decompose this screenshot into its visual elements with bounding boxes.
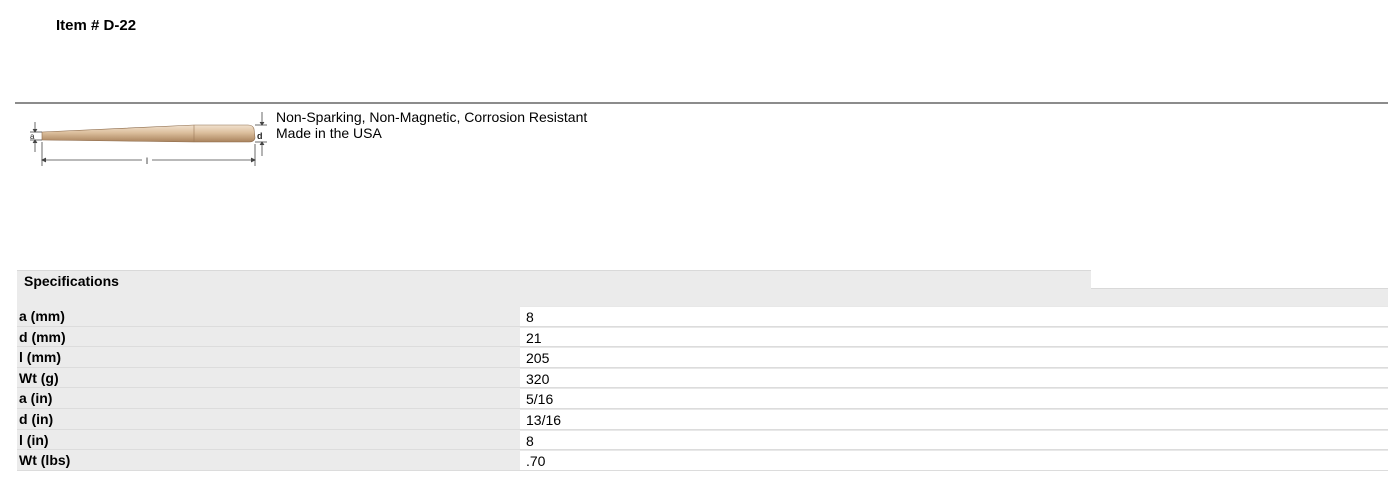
spec-label: d (mm) bbox=[17, 326, 520, 347]
table-row: d (mm) 21 bbox=[17, 326, 1388, 348]
specifications-table: a (mm) 8 d (mm) 21 l (mm) 205 Wt (g) 320… bbox=[17, 306, 1388, 471]
section-divider bbox=[15, 102, 1388, 104]
dim-d-label: d bbox=[257, 131, 263, 141]
spec-value: 21 bbox=[520, 326, 1388, 347]
drift-punch-diagram: a d l bbox=[30, 112, 267, 166]
tool-body bbox=[41, 124, 256, 143]
table-row: Wt (g) 320 bbox=[17, 367, 1388, 389]
spec-value: 13/16 bbox=[520, 408, 1388, 429]
spec-value: 5/16 bbox=[520, 388, 1388, 408]
spec-label: a (in) bbox=[17, 388, 520, 408]
feature-line: Made in the USA bbox=[276, 125, 382, 141]
spec-label: l (in) bbox=[17, 429, 520, 450]
spec-value: 8 bbox=[520, 429, 1388, 450]
table-row: a (in) 5/16 bbox=[17, 388, 1388, 409]
table-row: a (mm) 8 bbox=[17, 306, 1388, 327]
table-row: d (in) 13/16 bbox=[17, 408, 1388, 430]
spec-value: 8 bbox=[520, 306, 1388, 326]
spec-label: Wt (lbs) bbox=[17, 450, 520, 470]
item-title: Item # D-22 bbox=[56, 17, 137, 34]
table-row: Wt (lbs) .70 bbox=[17, 450, 1388, 471]
spec-value: 205 bbox=[520, 347, 1388, 367]
specifications-header-tail bbox=[1091, 288, 1388, 306]
feature-line: Non-Sparking, Non-Magnetic, Corrosion Re… bbox=[276, 109, 588, 125]
spec-value: 320 bbox=[520, 367, 1388, 388]
table-row: l (in) 8 bbox=[17, 429, 1388, 451]
spec-label: Wt (g) bbox=[17, 367, 520, 388]
feature-list: Non-Sparking, Non-Magnetic, Corrosion Re… bbox=[276, 109, 587, 141]
specifications-title: Specifications bbox=[24, 273, 119, 289]
table-row: l (mm) 205 bbox=[17, 347, 1388, 368]
specifications-header: Specifications bbox=[17, 270, 1091, 306]
dim-l-label: l bbox=[146, 156, 148, 166]
spec-value: .70 bbox=[520, 450, 1388, 470]
spec-label: l (mm) bbox=[17, 347, 520, 367]
spec-label: a (mm) bbox=[17, 306, 520, 326]
spec-label: d (in) bbox=[17, 408, 520, 429]
dim-a-label: a bbox=[30, 132, 35, 141]
